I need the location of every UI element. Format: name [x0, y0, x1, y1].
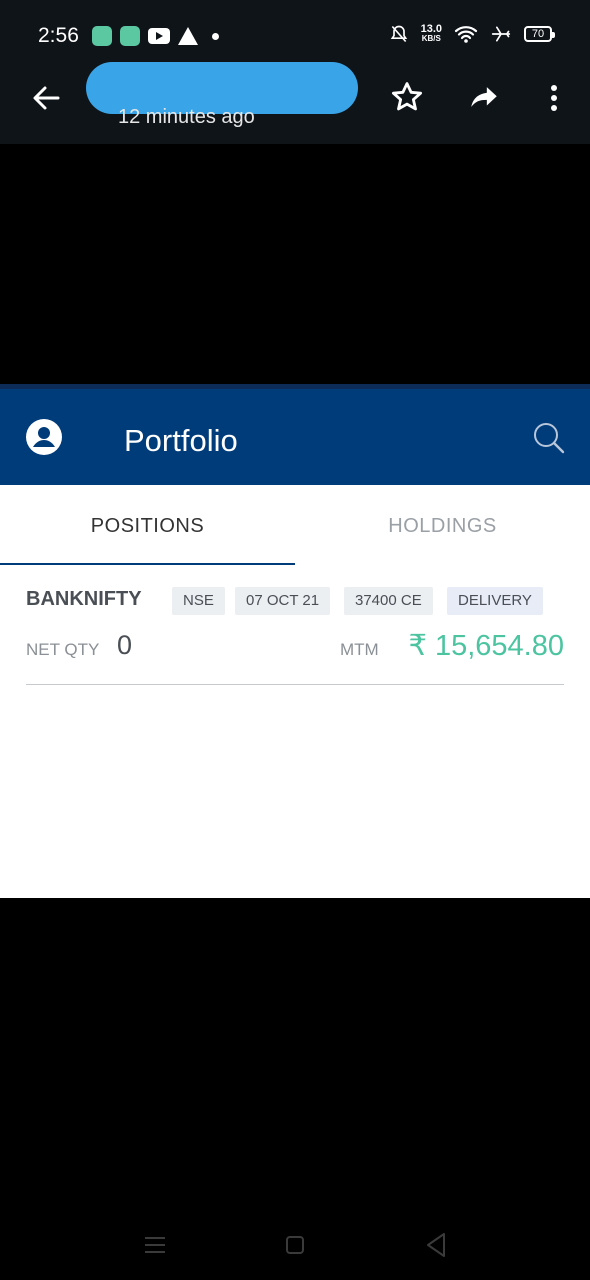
page-title: Portfolio: [124, 423, 238, 458]
app-icon: [120, 26, 140, 46]
system-nav-bar: [0, 1212, 590, 1280]
app-header: Portfolio: [0, 384, 590, 485]
airplane-icon: [491, 26, 511, 42]
expiry-tag: 07 OCT 21: [235, 587, 331, 615]
tab-bar: POSITIONS HOLDINGS: [0, 485, 590, 565]
triangle-app-icon: [178, 27, 198, 45]
row-divider: [26, 684, 564, 685]
back-triangle-icon[interactable]: [424, 1232, 448, 1258]
strike-tag: 37400 CE: [344, 587, 433, 615]
position-symbol: BANKNIFTY: [26, 588, 142, 610]
account-icon[interactable]: [26, 419, 62, 455]
status-time: 2:56: [38, 24, 79, 47]
back-arrow-icon[interactable]: [28, 80, 64, 116]
net-speed: 13.0 KB/S: [421, 24, 442, 44]
app-icon: [92, 26, 112, 46]
net-qty-value: 0: [117, 630, 133, 660]
position-row[interactable]: BANKNIFTY NSE 07 OCT 21 37400 CE DELIVER…: [26, 584, 564, 684]
product-tag: DELIVERY: [447, 587, 543, 615]
search-icon[interactable]: [532, 421, 566, 455]
tab-positions[interactable]: POSITIONS: [0, 485, 295, 565]
tab-holdings[interactable]: HOLDINGS: [295, 485, 590, 565]
exchange-tag: NSE: [172, 587, 225, 615]
home-icon[interactable]: [286, 1236, 304, 1254]
menu-icon[interactable]: [144, 1236, 166, 1254]
system-status: 13.0 KB/S 70: [389, 24, 555, 44]
mtm-value: ₹ 15,654.80: [408, 630, 564, 662]
more-vert-icon[interactable]: [540, 80, 568, 116]
net-speed-unit: KB/S: [421, 34, 441, 43]
notification-icons: [92, 26, 219, 46]
net-speed-value: 13.0: [420, 23, 442, 35]
message-time: 12 minutes ago: [118, 106, 255, 128]
bell-off-icon: [390, 25, 407, 43]
status-bar: 2:56 13.0 KB/S 70: [0, 0, 590, 70]
portfolio-screenshot: Portfolio POSITIONS HOLDINGS BANKNIFTY N…: [0, 384, 590, 898]
net-qty-label: NET QTY: [26, 640, 100, 659]
wifi-icon: [454, 26, 478, 43]
share-icon[interactable]: [466, 80, 502, 114]
mtm-label: MTM: [340, 640, 379, 659]
viewer-toolbar: 12 minutes ago: [0, 62, 590, 142]
more-notifications-dot: [212, 32, 219, 40]
youtube-icon: [148, 28, 170, 44]
battery-icon: 70: [524, 26, 555, 42]
star-icon[interactable]: [390, 80, 424, 114]
active-tab-indicator: [0, 563, 295, 565]
